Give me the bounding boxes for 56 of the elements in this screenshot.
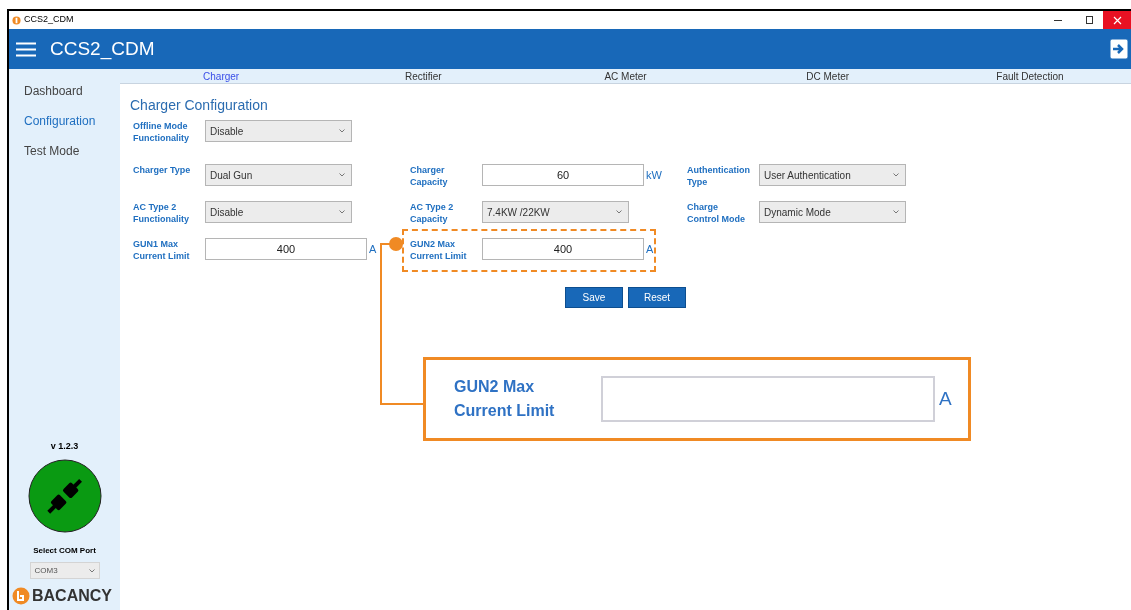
com-port-label: Select COM Port xyxy=(33,545,96,557)
field-label: GUN1 Max Current Limit xyxy=(133,238,191,262)
unit-label: A xyxy=(369,241,377,257)
tab[interactable]: AC Meter xyxy=(524,69,727,83)
tab[interactable]: Charger xyxy=(120,69,323,83)
sidebar-item[interactable]: Test Mode xyxy=(24,142,120,160)
field-label: Charger Type xyxy=(133,164,192,176)
input-field[interactable]: 400 xyxy=(205,238,367,260)
brand-logo-icon xyxy=(12,587,30,605)
input-field[interactable]: 400 xyxy=(482,238,644,260)
app-title: CCS2_CDM xyxy=(50,36,155,62)
field-label: Offline Mode Functionality xyxy=(133,120,190,144)
page-title: Charger Configuration xyxy=(130,96,269,115)
dropdown[interactable]: 7.4KW /22KW xyxy=(482,201,629,223)
dropdown[interactable]: User Authentication xyxy=(759,164,906,186)
com-port-dropdown[interactable]: COM3 xyxy=(29,562,100,579)
dropdown-caret-icon xyxy=(893,173,899,177)
menu-icon[interactable] xyxy=(16,41,36,57)
dropdown-caret-icon xyxy=(893,210,899,214)
unit-label: A xyxy=(646,241,654,257)
unit-label: kW xyxy=(646,167,662,183)
dropdown[interactable]: Dual Gun xyxy=(205,164,352,186)
field-label: Charge Control Mode xyxy=(687,201,746,225)
version-label: v 1.2.3 xyxy=(50,439,79,453)
close-icon xyxy=(1112,15,1122,25)
window-title: CCS2_CDM xyxy=(24,13,74,27)
dropdown-caret-icon xyxy=(339,173,345,177)
dropdown[interactable]: Disable xyxy=(205,201,352,223)
tab[interactable]: Rectifier xyxy=(322,69,525,83)
callout-field-label: GUN2 Max Current Limit xyxy=(454,377,556,421)
dropdown-caret-icon xyxy=(88,568,95,573)
field-label: AC Type 2 Functionality xyxy=(133,201,190,225)
field-label: AC Type 2 Capacity xyxy=(410,201,455,225)
logout-icon[interactable] xyxy=(1109,38,1129,60)
close-button[interactable] xyxy=(1103,11,1131,29)
field-label: Charger Capacity xyxy=(410,164,449,188)
app-logo-icon xyxy=(12,15,21,25)
field-label: GUN2 Max Current Limit xyxy=(410,238,468,262)
dropdown-caret-icon xyxy=(339,210,345,214)
tab[interactable]: DC Meter xyxy=(726,69,929,83)
field-label: Authentication Type xyxy=(687,164,751,188)
restore-icon[interactable] xyxy=(1086,16,1093,24)
dropdown-caret-icon xyxy=(339,129,345,133)
sidebar-item[interactable]: Configuration xyxy=(24,112,120,130)
brand-name: BACANCY xyxy=(32,586,112,606)
sidebar-item[interactable]: Dashboard xyxy=(24,82,120,100)
input-field[interactable]: 60 xyxy=(482,164,644,186)
action-button[interactable]: Save xyxy=(565,287,623,308)
dropdown[interactable]: Disable xyxy=(205,120,352,142)
callout-unit-label: A xyxy=(939,386,952,411)
minimize-icon[interactable] xyxy=(1054,19,1062,21)
tab[interactable]: Fault Detection xyxy=(928,69,1131,83)
action-button[interactable]: Reset xyxy=(628,287,686,308)
plug-connector-icon[interactable] xyxy=(27,459,102,533)
dropdown-caret-icon xyxy=(616,210,622,214)
dropdown[interactable]: Dynamic Mode xyxy=(759,201,906,223)
